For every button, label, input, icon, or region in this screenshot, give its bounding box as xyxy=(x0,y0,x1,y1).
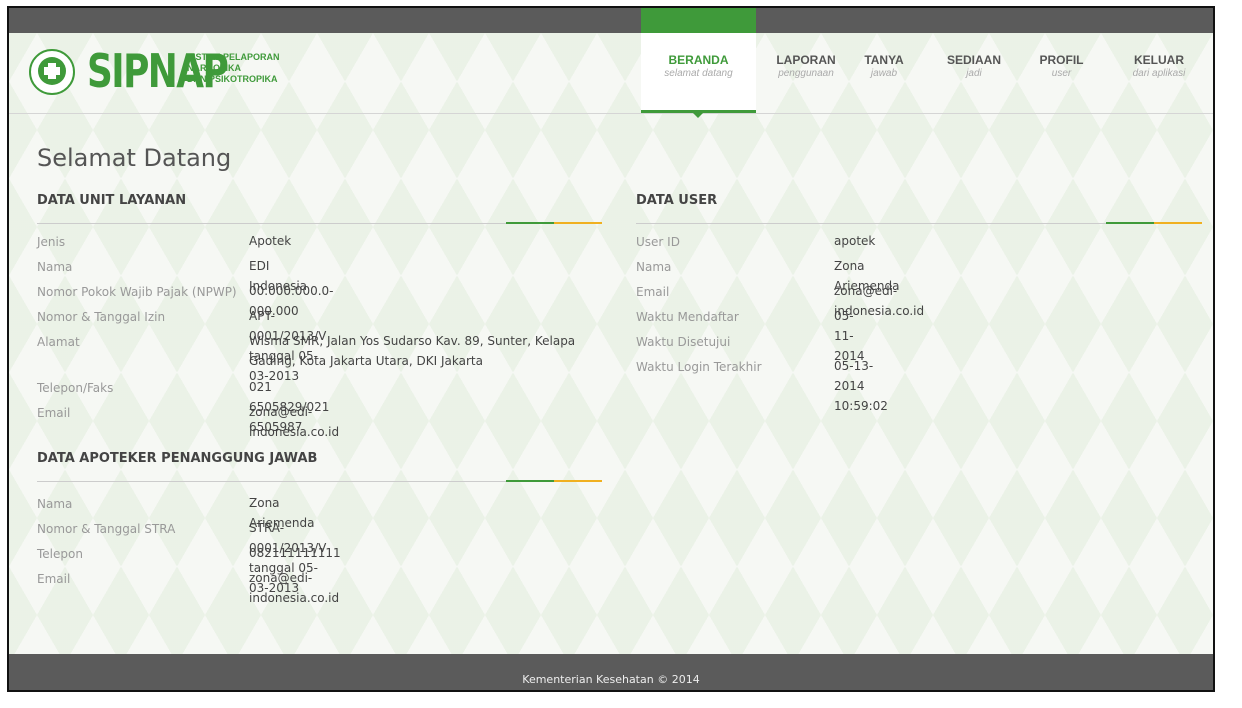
brand-subtitle: SISTEM PELAPORAN NARKOTIKA DAN PSIKOTROP… xyxy=(187,52,280,84)
app-frame: SIPNAP SISTEM PELAPORAN NARKOTIKA DAN PS… xyxy=(7,6,1215,692)
section-heading-user: DATA USER xyxy=(636,193,718,208)
top-bar xyxy=(9,8,1213,33)
page-title: Selamat Datang xyxy=(37,144,232,172)
section-divider-unit xyxy=(37,222,602,224)
section-heading-apoteker: DATA APOTEKER PENANGGUNG JAWAB xyxy=(37,451,318,466)
nav-beranda[interactable]: BERANDA selamat datang xyxy=(656,53,741,79)
nav-keluar[interactable]: KELUAR dari aplikasi xyxy=(1114,53,1204,79)
nav-tanya[interactable]: TANYA jawab xyxy=(854,53,914,79)
footer-text: Kementerian Kesehatan © 2014 xyxy=(522,673,700,686)
footer: Kementerian Kesehatan © 2014 xyxy=(9,654,1213,690)
section-heading-unit: DATA UNIT LAYANAN xyxy=(37,193,187,208)
nav-profil[interactable]: PROFIL user xyxy=(1034,53,1089,79)
logo-icon[interactable] xyxy=(29,49,75,95)
top-bar-accent xyxy=(641,8,756,33)
nav-laporan[interactable]: LAPORAN penggunaan xyxy=(766,53,846,79)
section-divider-apoteker xyxy=(37,480,602,482)
page: SIPNAP SISTEM PELAPORAN NARKOTIKA DAN PS… xyxy=(9,33,1213,656)
section-divider-user xyxy=(636,222,1202,224)
nav-sediaan[interactable]: SEDIAAN jadi xyxy=(939,53,1009,79)
header: SIPNAP SISTEM PELAPORAN NARKOTIKA DAN PS… xyxy=(9,33,1213,118)
